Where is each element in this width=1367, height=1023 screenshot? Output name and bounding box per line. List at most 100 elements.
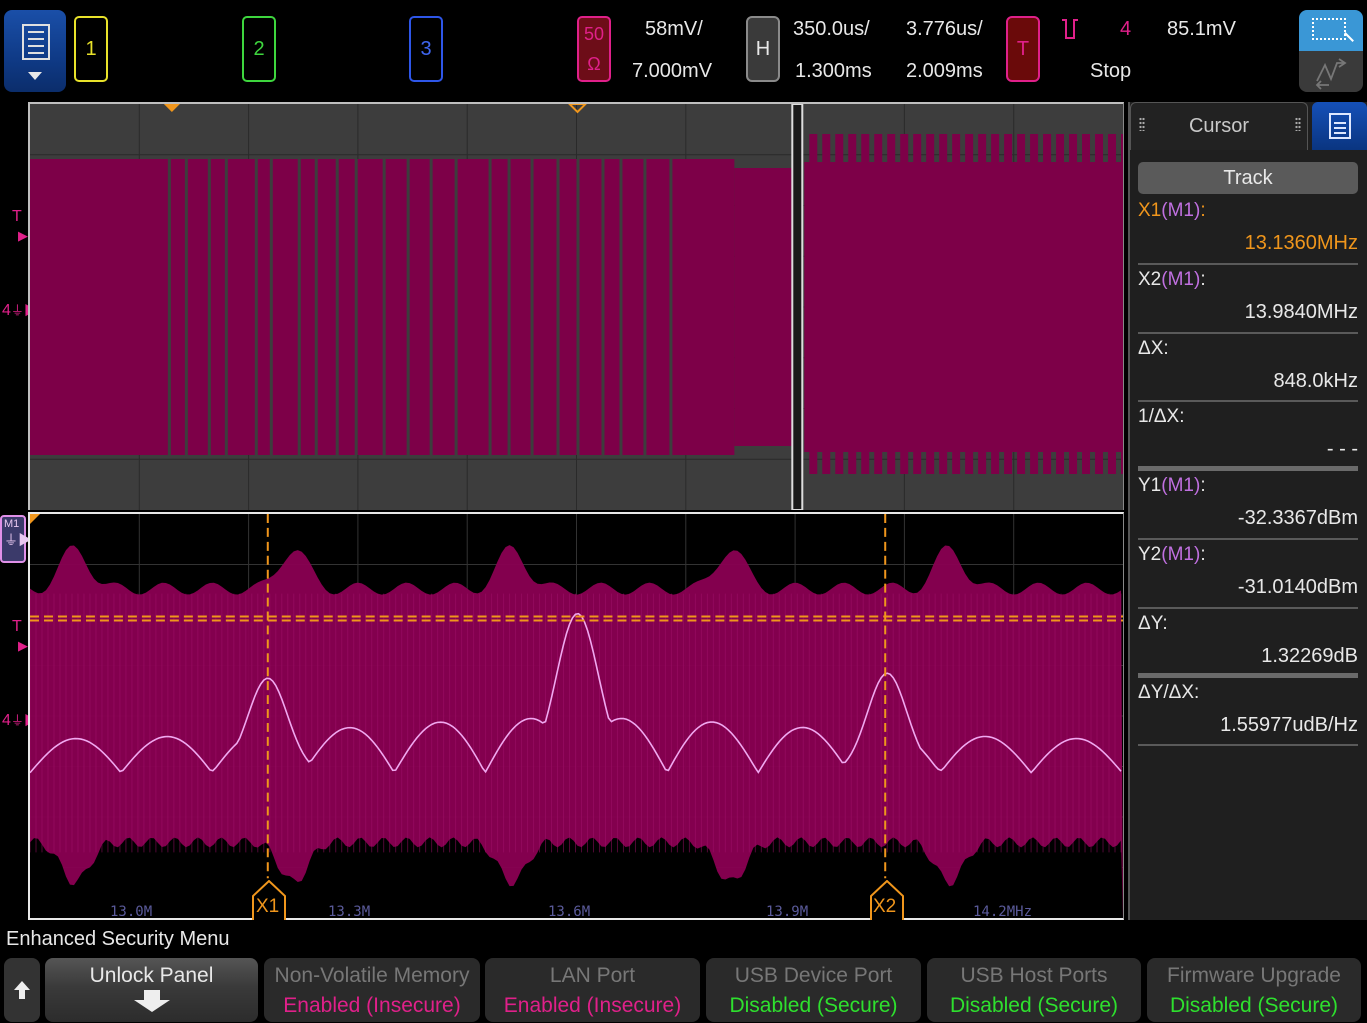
zoom-window-marker [791,104,804,510]
zoom-time-per-div[interactable]: 3.776us/ [906,18,983,41]
readout-value: 1.55977udB/Hz [1220,713,1358,736]
softkey-usb-host-ports[interactable]: USB Host Ports Disabled (Secure) [927,958,1141,1022]
upper-trigger-level-marker[interactable]: T [12,208,22,226]
back-button[interactable] [4,958,40,1022]
ground-icon: ⏚▶ [4,532,32,548]
cursor-readout-delta-y: ΔY: 1.32269dB [1138,609,1358,678]
trigger-position-marker [30,514,40,524]
main-menu-button[interactable] [4,10,66,92]
waveform-pulse [1082,452,1091,474]
waveform-gap [507,159,511,455]
readout-label: X2(M1): [1138,268,1206,290]
document-menu-icon [1328,113,1351,139]
waveform-measure-button[interactable] [1299,51,1363,92]
channel-2-button[interactable]: 2 [242,16,276,82]
waveform-gap [429,159,433,455]
waveform-gap [335,159,339,455]
channel-marker-label: 4 [2,302,11,319]
channel-4-offset[interactable]: 7.000mV [632,60,712,83]
fft-waveform-pane[interactable]: 13.0M 13.3M 13.6M 13.9M 14.2MHz X1 X2 [28,512,1124,920]
channel-1-button[interactable]: 1 [74,16,108,82]
waveform-gap [167,159,171,455]
cursor-readout-x1[interactable]: X1(M1): 13.1360MHz [1138,196,1358,265]
channel-4-scale[interactable]: 58mV/ [645,18,703,41]
unlock-panel-softkey[interactable]: Unlock Panel [45,958,258,1022]
drag-grip-icon[interactable] [1295,117,1301,131]
waveform-pulse [991,134,1000,162]
waveform-pulse [1004,134,1013,162]
waveform-pulse [809,452,818,474]
lower-trigger-level-marker[interactable]: T [12,618,22,636]
readout-label: ΔY: [1138,612,1168,634]
zoom-select-button[interactable] [1299,10,1363,51]
time-domain-waveform-pane[interactable] [28,102,1124,510]
horizontal-button[interactable]: H [746,16,780,82]
trigger-source[interactable]: 4 [1120,18,1131,41]
channel-4-impedance: 50 [583,24,605,44]
softkey-firmware-upgrade[interactable]: Firmware Upgrade Disabled (Secure) [1147,958,1361,1022]
zoom-select-icon [1312,18,1346,40]
drag-grip-icon[interactable] [1139,117,1145,131]
readout-value: -31.0140dBm [1237,575,1358,598]
cursor-tab[interactable]: Cursor [1130,102,1308,150]
trigger-level[interactable]: 85.1mV [1167,18,1236,41]
waveform-pulse [809,134,818,162]
channel-3-button[interactable]: 3 [409,16,443,82]
run-state: Stop [1090,60,1132,82]
waveform-pulse [1121,452,1123,474]
softkey-status: Enabled (Insecure) [503,994,682,1017]
time-per-div[interactable]: 350.0us/ [793,18,870,41]
cursor-readouts: X1(M1): 13.1360MHz X2(M1): 13.9840MHz ΔX… [1138,196,1358,747]
waveform-pulse [939,134,948,162]
softkey-lan-port[interactable]: LAN Port Enabled (Insecure) [485,958,700,1022]
softkey-label: Unlock Panel [89,964,214,987]
cursor-readout-y1[interactable]: Y1(M1): -32.3367dBm [1138,471,1358,540]
waveform-burst-envelope [30,159,735,455]
cursor-x2-handle[interactable]: X2 [870,880,904,920]
cursor-readout-x2[interactable]: X2(M1): 13.9840MHz [1138,265,1358,334]
waveform-gap [669,159,673,455]
waveform-pulse [1108,452,1117,474]
softkey-status: Disabled (Secure) [729,994,898,1017]
waveform-pulse [874,134,883,162]
waveform-pulse [1004,452,1013,474]
time-delay[interactable]: 1.300ms [795,60,872,83]
channel-2-label: 2 [253,37,265,60]
panel-menu-button[interactable] [1312,102,1367,150]
track-button[interactable]: Track [1138,162,1358,194]
cursor-readout-y2[interactable]: Y2(M1): -31.0140dBm [1138,540,1358,609]
waveform-gap [556,159,560,455]
channel-marker-label: 4 [2,712,11,729]
waveform-pulse [1056,134,1065,162]
waveform-measure-icon [1315,58,1347,90]
cursor-x1-handle[interactable]: X1 [252,880,286,920]
waveform-burst-envelope [734,168,793,446]
softkey-usb-device-port[interactable]: USB Device Port Disabled (Secure) [706,958,921,1022]
trigger-position-marker [163,104,180,112]
softkey-non-volatile-memory[interactable]: Non-Volatile Memory Enabled (Insecure) [264,958,480,1022]
readout-value: 13.1360MHz [1244,232,1358,254]
trigger-button[interactable]: T [1006,16,1040,82]
waveform-gap [314,159,318,455]
waveform-gap [601,159,605,455]
waveform-gap [224,159,228,455]
channel-4-button[interactable]: 50 Ω [577,16,611,82]
waveform-pulse [1017,452,1026,474]
softkey-label: LAN Port [549,964,636,987]
zoom-delay[interactable]: 2.009ms [906,60,983,83]
cursor-panel: Cursor Track X1(M1): 13.1360MHz X2(M1): … [1128,102,1367,920]
math-m1-marker[interactable]: M1 ⏚▶ [0,515,32,563]
cursor-readout-delta-x: ΔX: 848.0kHz [1138,334,1358,403]
time-domain-waveform [30,104,1123,510]
right-triangle-icon: ▶ [18,638,28,653]
waveform-pulse [1043,452,1052,474]
waveform-pulse [939,452,948,474]
waveform-pulse [900,452,909,474]
x-tick-label: 13.6M [548,904,591,920]
waveform-pulse [848,134,857,162]
waveform-pulse [965,134,974,162]
readout-label: Y2(M1): [1138,543,1206,565]
readout-value: -32.3367dBm [1237,507,1358,530]
waveform-pulse [1017,134,1026,162]
waveform-pulse [952,452,961,474]
